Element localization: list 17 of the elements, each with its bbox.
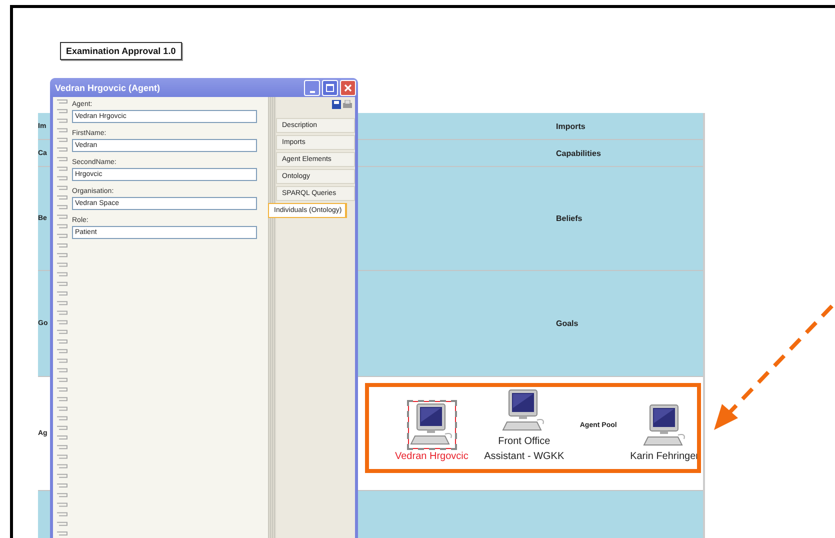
maximize-button[interactable] [322, 80, 338, 96]
lane-label: Goals [556, 319, 578, 328]
minimize-icon [310, 90, 314, 92]
lane-label: Imports [556, 122, 586, 130]
close-icon [344, 84, 352, 92]
close-button[interactable] [340, 80, 356, 96]
diagram-title: Examination Approval 1.0 [60, 42, 182, 60]
minimize-button[interactable] [304, 80, 320, 96]
agent-name[interactable]: Karin Fehringer [630, 449, 699, 464]
agent-name[interactable]: Vedran Hrgovcic [395, 449, 468, 464]
agent-name[interactable]: Front Office Assistant - WGKK [482, 434, 567, 464]
save-icon[interactable] [332, 100, 341, 109]
window-title: Vedran Hrgovcic (Agent) [55, 82, 160, 92]
lane-label: Beliefs [556, 214, 582, 223]
lane-label: Capabilities [556, 148, 601, 158]
maximize-icon [326, 84, 334, 92]
computer-icon [408, 401, 456, 449]
